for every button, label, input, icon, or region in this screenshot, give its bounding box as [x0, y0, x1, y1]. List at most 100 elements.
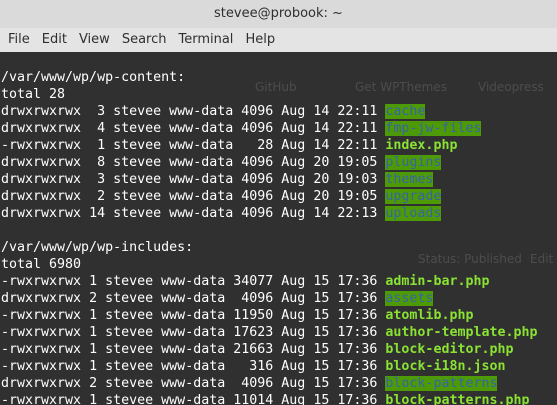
month: Aug	[281, 138, 306, 153]
month: Aug	[281, 376, 306, 391]
day: 15	[313, 308, 330, 323]
menu-file[interactable]: File	[2, 28, 36, 52]
group: www-data	[169, 155, 234, 170]
file-entry: drwxrwxrwx 2 stevee www-data 4096 Aug 15…	[0, 290, 557, 307]
directory-heading: /var/www/wp/wp-includes:	[1, 240, 194, 255]
permissions: -rwxrwxrwx	[1, 359, 82, 374]
menu-edit[interactable]: Edit	[36, 28, 73, 52]
day: 14	[313, 206, 330, 221]
menu-bar: File Edit View Search Terminal Help	[0, 28, 557, 52]
link-count: 1	[89, 325, 98, 340]
file-entry: -rwxrwxrwx 1 stevee www-data 316 Aug 15 …	[0, 358, 557, 375]
file-entry: drwxrwxrwx 14 stevee www-data 4096 Aug 1…	[0, 205, 557, 222]
link-count: 2	[97, 189, 106, 204]
day: 14	[313, 138, 330, 153]
file-size: 4096	[241, 376, 274, 391]
day: 15	[313, 359, 330, 374]
file-name: block-i18n.json	[385, 359, 506, 374]
directory-name: cache	[385, 104, 426, 119]
link-count: 3	[97, 104, 106, 119]
menu-view[interactable]: View	[73, 28, 116, 52]
month: Aug	[281, 342, 306, 357]
directory-name: assets	[385, 291, 434, 306]
file-size: 28	[257, 138, 274, 153]
link-count: 1	[89, 308, 98, 323]
time: 22:11	[337, 121, 378, 136]
file-name: admin-bar.php	[385, 274, 490, 289]
directory-heading: /var/www/wp/wp-content:	[1, 70, 186, 85]
day: 14	[313, 121, 330, 136]
file-name: author-template.php	[385, 325, 538, 340]
group: www-data	[169, 121, 234, 136]
file-entry: drwxrwxrwx 3 stevee www-data 4096 Aug 20…	[0, 171, 557, 188]
day: 15	[313, 342, 330, 357]
day: 15	[313, 393, 330, 405]
day: 20	[313, 172, 330, 187]
owner: stevee	[105, 325, 154, 340]
link-count: 2	[89, 291, 98, 306]
owner: stevee	[105, 376, 154, 391]
link-count: 14	[89, 206, 106, 221]
file-size: 4096	[241, 121, 274, 136]
window-title: stevee@probook: ~	[0, 0, 557, 28]
owner: stevee	[113, 138, 162, 153]
owner: stevee	[113, 172, 162, 187]
file-name: atomlib.php	[385, 308, 474, 323]
owner: stevee	[113, 206, 162, 221]
menu-help[interactable]: Help	[239, 28, 281, 52]
owner: stevee	[105, 342, 154, 357]
link-count: 3	[97, 172, 106, 187]
owner: stevee	[113, 104, 162, 119]
file-entry: drwxrwxrwx 2 stevee www-data 4096 Aug 15…	[0, 375, 557, 392]
time: 17:36	[337, 325, 378, 340]
file-size: 4096	[241, 206, 274, 221]
day: 15	[313, 291, 330, 306]
link-count: 1	[89, 274, 98, 289]
month: Aug	[281, 104, 306, 119]
time: 17:36	[337, 291, 378, 306]
day: 15	[313, 376, 330, 391]
permissions: drwxrwxrwx	[1, 121, 82, 136]
directory-name: themes	[385, 172, 434, 187]
owner: stevee	[113, 121, 162, 136]
link-count: 1	[89, 342, 98, 357]
group: www-data	[169, 206, 234, 221]
time: 17:36	[337, 359, 378, 374]
menu-terminal[interactable]: Terminal	[172, 28, 239, 52]
file-size: 316	[249, 359, 274, 374]
time: 17:36	[337, 274, 378, 289]
permissions: -rwxrwxrwx	[1, 342, 82, 357]
file-size: 4096	[241, 189, 274, 204]
month: Aug	[281, 291, 306, 306]
file-size: 11014	[233, 393, 274, 405]
group: www-data	[161, 393, 226, 405]
link-count: 1	[89, 393, 98, 405]
link-count: 8	[97, 155, 106, 170]
owner: stevee	[105, 393, 154, 405]
group: www-data	[161, 291, 226, 306]
time: 22:11	[337, 138, 378, 153]
file-size: 4096	[241, 155, 274, 170]
file-entry: drwxrwxrwx 4 stevee www-data 4096 Aug 14…	[0, 120, 557, 137]
file-entry: -rwxrwxrwx 1 stevee www-data 11014 Aug 1…	[0, 392, 557, 405]
terminal-output[interactable]: GitHub Get WPThemes Videopress Status: P…	[0, 52, 557, 405]
month: Aug	[281, 189, 306, 204]
file-entry: drwxrwxrwx 8 stevee www-data 4096 Aug 20…	[0, 154, 557, 171]
file-size: 4096	[241, 104, 274, 119]
day: 20	[313, 155, 330, 170]
menu-search[interactable]: Search	[116, 28, 173, 52]
permissions: -rwxrwxrwx	[1, 393, 82, 405]
file-size: 34077	[233, 274, 274, 289]
directory-name: plugins	[385, 155, 442, 170]
group: www-data	[169, 138, 234, 153]
month: Aug	[281, 121, 306, 136]
group: www-data	[161, 342, 226, 357]
file-name: block-patterns.php	[385, 393, 530, 405]
day: 14	[313, 104, 330, 119]
time: 17:36	[337, 376, 378, 391]
month: Aug	[281, 359, 306, 374]
time: 19:05	[337, 155, 378, 170]
owner: stevee	[113, 155, 162, 170]
owner: stevee	[105, 274, 154, 289]
directory-name: uploads	[385, 206, 442, 221]
